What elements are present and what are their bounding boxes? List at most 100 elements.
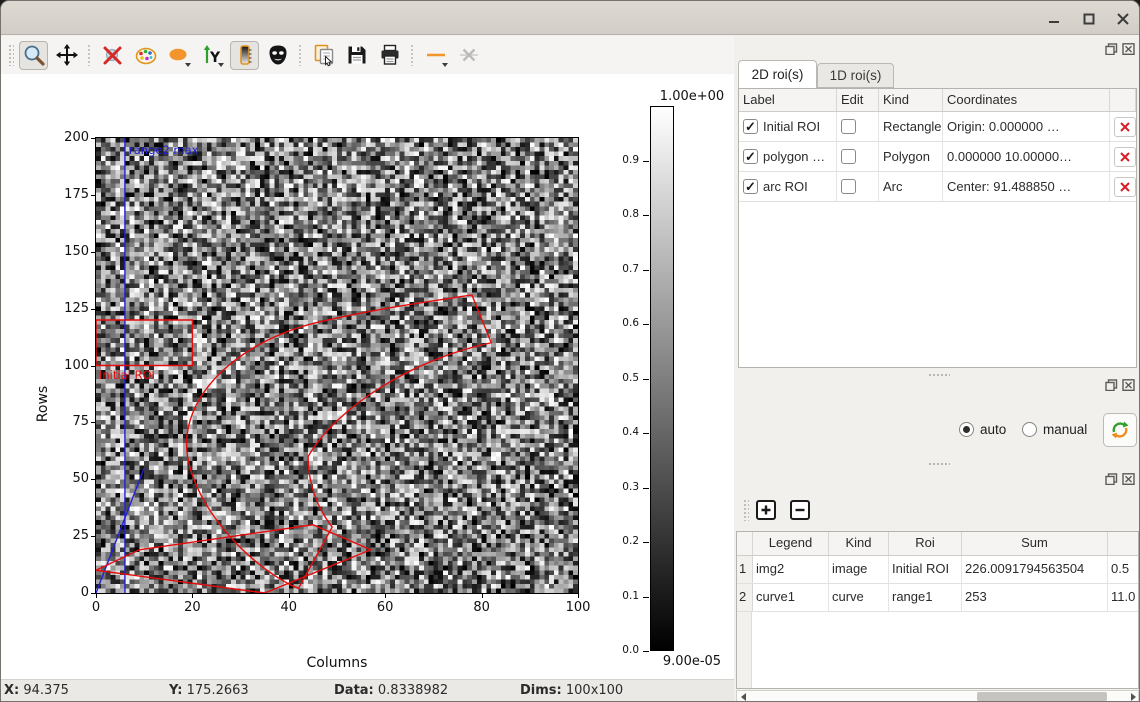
ctick-label: 0.2 [599, 535, 639, 547]
tick-mark [643, 161, 649, 162]
maximize-button[interactable] [1077, 8, 1101, 30]
visibility-checkbox[interactable]: ✓ [743, 149, 758, 164]
status-y: Y: 175.2663 [169, 683, 249, 698]
status-data: Data: 0.8338982 [334, 683, 448, 698]
dock-float-icon[interactable] [1105, 43, 1118, 55]
stats-row-curve1[interactable]: 2 curve1 curve range1 253 11.0 [737, 584, 1138, 612]
dock-controls [1105, 43, 1135, 55]
tick-mark [385, 594, 386, 598]
dock-close-icon[interactable] [1122, 43, 1135, 55]
roi-shape[interactable] [187, 295, 492, 588]
plus-icon [755, 499, 777, 521]
splitter-handle[interactable] [928, 373, 950, 377]
tick-mark [643, 379, 649, 380]
manual-radio[interactable] [1022, 422, 1037, 437]
mask-tool-button[interactable] [263, 41, 292, 70]
add-item-button[interactable] [753, 497, 779, 523]
auto-radio[interactable] [959, 422, 974, 437]
tick-mark [643, 488, 649, 489]
xtick-label: 40 [265, 600, 313, 615]
dropdown-arrow-icon [185, 63, 191, 67]
visibility-checkbox[interactable]: ✓ [743, 179, 758, 194]
ytick-label: 175 [41, 187, 89, 202]
refresh-button[interactable] [1103, 413, 1137, 447]
dock-close-icon[interactable] [1122, 379, 1135, 391]
roi-row-arc[interactable]: ✓arc ROI Arc Center: 91.488850 … [739, 172, 1136, 202]
stats-table: Legend Kind Roi Sum 1 img2 image Initial… [736, 531, 1139, 689]
colorbar-toggle-button[interactable] [230, 41, 259, 70]
toolbar-handle[interactable] [743, 499, 749, 521]
pan-mode-button[interactable] [52, 41, 81, 70]
edit-checkbox[interactable] [841, 119, 856, 134]
dock-close-icon[interactable] [1122, 473, 1135, 485]
printer-icon [378, 43, 402, 67]
tab-1d-rois[interactable]: 1D roi(s) [817, 63, 894, 88]
delete-roi-button[interactable] [1114, 177, 1136, 197]
zoom-mode-button[interactable] [19, 41, 48, 70]
colorbar-gradient[interactable] [650, 106, 674, 651]
stats-row-img2[interactable]: 1 img2 image Initial ROI 226.00917945635… [737, 556, 1138, 584]
roi-row-polygon[interactable]: ✓polygon … Polygon 0.000000 10.00000… [739, 142, 1136, 172]
copy-plot-button[interactable] [309, 41, 338, 70]
crosshair-button[interactable] [98, 41, 127, 70]
crosshair-off-icon [101, 43, 125, 67]
print-plot-button[interactable] [375, 41, 404, 70]
scroll-right-arrow[interactable] [1126, 691, 1139, 702]
roi-shape[interactable] [96, 320, 192, 366]
close-button[interactable] [1111, 8, 1135, 30]
palette-icon [134, 43, 158, 67]
visibility-checkbox[interactable]: ✓ [743, 119, 758, 134]
tick-mark [192, 594, 193, 598]
ytick-label: 150 [41, 244, 89, 259]
remove-item-button[interactable] [787, 497, 813, 523]
auto-radio-label[interactable]: auto [980, 422, 1006, 437]
roi-shape[interactable] [96, 525, 371, 593]
tab-2d-rois[interactable]: 2D roi(s) [738, 60, 817, 88]
roi-overlay[interactable]: range2 maxInitial ROI [96, 138, 578, 593]
minimize-button[interactable] [1042, 8, 1066, 30]
marker-label: range2 max [129, 143, 199, 157]
title-bar[interactable] [1, 1, 1139, 35]
tick-mark [643, 651, 649, 652]
tick-mark [643, 324, 649, 325]
tick-mark [91, 138, 95, 139]
tick-mark [91, 309, 95, 310]
refresh-icon [1110, 420, 1130, 440]
toolbar-separator [298, 44, 303, 66]
edit-checkbox[interactable] [841, 149, 856, 164]
roi-shape[interactable] [96, 468, 144, 593]
row-header-strip [737, 612, 752, 688]
ctick-label: 0.0 [599, 644, 639, 656]
horizontal-scrollbar[interactable] [736, 690, 1139, 702]
splitter-handle[interactable] [928, 462, 950, 466]
save-plot-button[interactable] [342, 41, 371, 70]
y-axis-orientation-button[interactable]: Y [197, 41, 226, 70]
toolbar-separator [87, 44, 92, 66]
tick-mark [643, 215, 649, 216]
copy-icon [312, 43, 336, 67]
dock-float-icon[interactable] [1105, 379, 1118, 391]
delete-roi-button[interactable] [1114, 147, 1136, 167]
dock-float-icon[interactable] [1105, 473, 1118, 485]
scroll-left-arrow[interactable] [737, 691, 750, 702]
toolbar-handle[interactable] [8, 44, 14, 66]
stats-table-header: Legend Kind Roi Sum [737, 532, 1138, 556]
colormap-button[interactable] [131, 41, 160, 70]
ytick-label: 125 [41, 301, 89, 316]
tick-mark [91, 479, 95, 480]
close-icon [1117, 13, 1129, 25]
red-x-icon [1120, 182, 1130, 192]
roi-row-initial[interactable]: ✓Initial ROI Rectangle Origin: 0.000000 … [739, 112, 1136, 142]
curve-style-button[interactable] [421, 41, 450, 70]
ellipse-shape-button[interactable] [164, 41, 193, 70]
delete-roi-button[interactable] [1114, 117, 1136, 137]
tick-mark [643, 270, 649, 271]
edit-checkbox[interactable] [841, 179, 856, 194]
symbol-style-button[interactable] [454, 41, 483, 70]
manual-radio-label[interactable]: manual [1043, 422, 1087, 437]
tick-mark [643, 597, 649, 598]
scrollbar-thumb[interactable] [977, 692, 1107, 701]
roi-table: Label Edit Kind Coordinates ✓Initial ROI… [738, 88, 1137, 368]
tick-mark [91, 195, 95, 196]
tick-mark [91, 593, 95, 594]
